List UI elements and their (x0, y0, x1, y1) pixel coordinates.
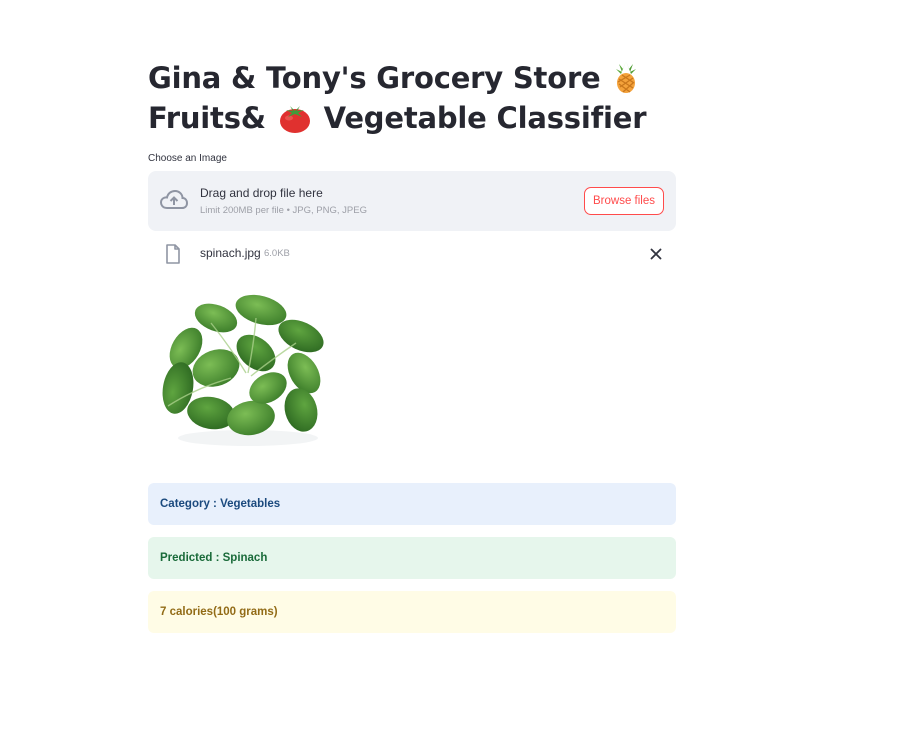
uploaded-spinach-image (162, 294, 324, 446)
cloud-upload-icon (159, 189, 189, 209)
dropzone-limit-text: Limit 200MB per file • JPG, PNG, JPEG (200, 205, 367, 216)
dropzone-instructions: Drag and drop file here Limit 200MB per … (200, 186, 367, 217)
title-text-2b: Vegetable Classifier (323, 101, 647, 135)
file-dropzone[interactable]: Drag and drop file here Limit 200MB per … (148, 171, 676, 231)
category-alert: Category : Vegetables (148, 483, 676, 525)
title-line-2: Fruits& Vegetable Classifier (148, 98, 676, 138)
pineapple-icon (616, 61, 637, 93)
title-text-1: Gina & Tony's Grocery Store (148, 61, 601, 95)
file-name: spinach.jpg (200, 246, 261, 260)
page-title: Gina & Tony's Grocery Store Fruits& Vege… (148, 58, 676, 138)
browse-files-button[interactable]: Browse files (584, 187, 664, 215)
tomato-icon (279, 106, 310, 133)
close-icon[interactable] (648, 246, 664, 262)
title-text-2a: Fruits& (148, 101, 266, 135)
title-line-1: Gina & Tony's Grocery Store (148, 58, 676, 98)
dropzone-drag-text: Drag and drop file here (200, 186, 323, 200)
uploaded-file-row: spinach.jpg 6.0KB (148, 240, 676, 268)
calories-alert: 7 calories(100 grams) (148, 591, 676, 633)
uploader-label: Choose an Image (148, 153, 227, 164)
file-icon (166, 244, 180, 264)
file-size: 6.0KB (264, 248, 290, 259)
predicted-alert: Predicted : Spinach (148, 537, 676, 579)
